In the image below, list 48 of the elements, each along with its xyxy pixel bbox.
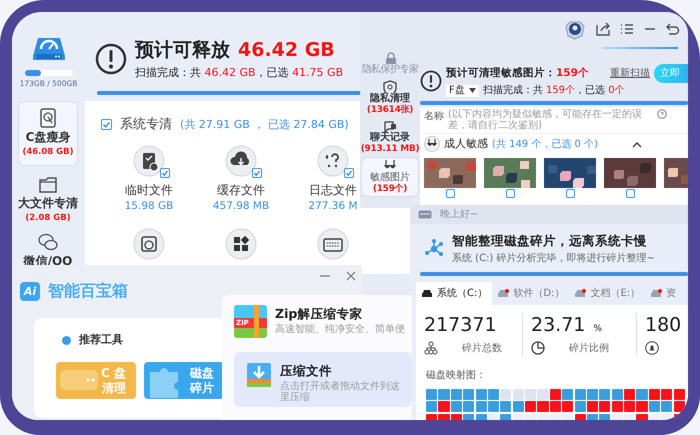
drive-tab[interactable]: 系统（C:） xyxy=(416,282,492,305)
tool-description: 点击打开或者拖动文件到这里压缩 xyxy=(280,380,401,403)
scan-summary: 扫描完成：共 46.42 GB，已选 41.75 GB xyxy=(135,64,344,80)
section-title: 系统专清 xyxy=(120,116,172,134)
page-title: 预计可释放 xyxy=(135,38,230,63)
item-name: 日志文件 xyxy=(309,182,357,198)
category-label: 成人敏感 xyxy=(444,136,488,152)
nav-item[interactable]: C盘瘦身 (46.08 GB) xyxy=(18,101,78,166)
stat-value: 217371 xyxy=(424,312,497,337)
item-size: 15.98 GB xyxy=(124,198,174,214)
nav-item[interactable]: 隐私清理 (13614张) xyxy=(361,79,419,117)
defrag-title: 智能整理磁盘碎片，远离系统卡慢 xyxy=(452,232,648,250)
map-title: 磁盘映射图： xyxy=(426,368,487,383)
tool-title: Zip解压缩专家 xyxy=(275,305,364,323)
drive-tab[interactable]: 资 xyxy=(645,282,682,305)
item-size: 277.36 M xyxy=(308,198,358,214)
item-size: 457.98 MB xyxy=(212,198,270,214)
tool-row[interactable]: 压缩文件 点击打开或者拖动文件到这里压缩 xyxy=(234,352,412,407)
column-header: 名称 xyxy=(424,110,444,124)
nav-item[interactable]: 聊天记录 (913.11 MB) xyxy=(361,118,419,156)
drive-tab[interactable]: 软件（D:） xyxy=(492,282,570,305)
nav-item[interactable]: 敏感图片 (159个) xyxy=(361,157,419,197)
greeting-text: 晚上好~ xyxy=(440,208,478,222)
stat-label: 碎片总数 xyxy=(462,342,502,356)
nav-item[interactable]: 大文件专清 (2.08 GB) xyxy=(18,168,78,231)
rescan-link[interactable]: 重新扫描 xyxy=(610,66,650,81)
freeable-size: 46.42 GB xyxy=(238,38,335,63)
scan-summary: 扫描完成：共 159个，已选 0个 xyxy=(482,84,625,98)
brand-label: 隐私保护专家 xyxy=(362,64,418,76)
section-detail: (共 27.91 GB ， 已选 27.84 GB) xyxy=(180,116,349,132)
stat-value: 180 xyxy=(645,312,682,337)
stat-unit: % xyxy=(593,322,602,336)
stat-value: 23.71 xyxy=(531,312,586,337)
defrag-subtitle: 系统 (C:) 碎片分析完毕，即将进行碎片整理~ xyxy=(452,252,655,266)
logo: Ai xyxy=(20,282,40,300)
drive-tab[interactable]: 文档（E:） xyxy=(569,282,646,305)
item-name: 临时文件 xyxy=(125,182,173,198)
tool-title: 压缩文件 xyxy=(280,362,333,380)
image-count: 159个 xyxy=(556,66,589,81)
category-detail: (共 149 个，已选 0 个) xyxy=(492,138,598,152)
stat-label: 碎片比例 xyxy=(569,342,609,356)
page-title: 预计可清理敏感图片： xyxy=(446,66,556,81)
drive-dropdown[interactable]: F盘 xyxy=(446,84,479,96)
tool-description: 高速智能、纯净安全、简单便 xyxy=(275,324,405,335)
section-title: 推荐工具 xyxy=(79,332,123,348)
item-name: 缓存文件 xyxy=(217,182,265,198)
app-title: 智能百宝箱 xyxy=(48,280,128,302)
column-hint: (以下内容均为疑似敏感，可能存在一定的误差，请自行二次鉴别) xyxy=(448,109,643,131)
